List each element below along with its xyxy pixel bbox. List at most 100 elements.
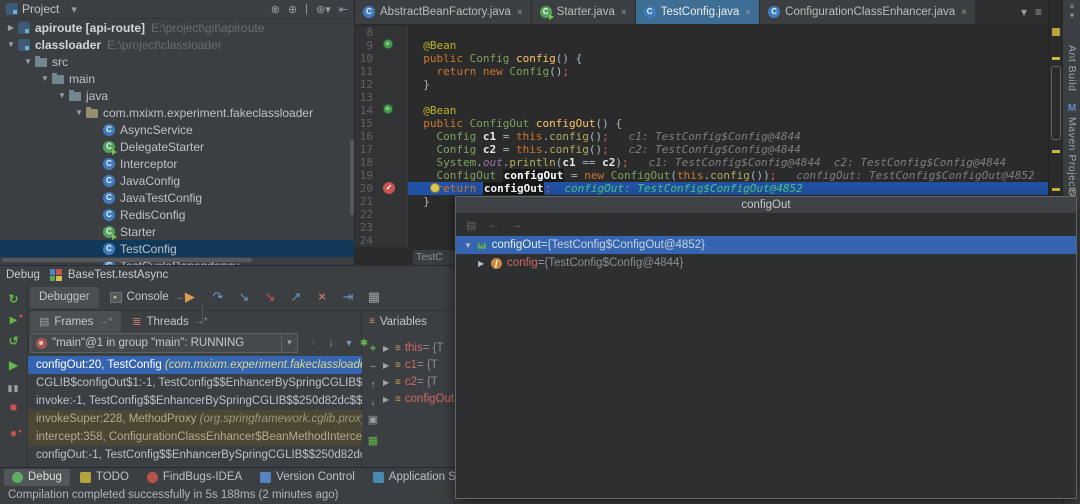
tab-debugger[interactable]: Debugger bbox=[30, 287, 99, 308]
tab-frames[interactable]: Frames →* bbox=[30, 311, 121, 332]
intention-bulb-icon[interactable] bbox=[430, 183, 440, 193]
stop-button[interactable] bbox=[0, 398, 27, 416]
tree-right-arrow-icon[interactable]: ▶ bbox=[383, 357, 395, 374]
step-over-button[interactable] bbox=[206, 288, 230, 306]
code-line[interactable]: 12 } bbox=[355, 78, 1048, 91]
code-line[interactable]: 10 public Config config() { bbox=[355, 52, 1048, 65]
tree-down-arrow-icon[interactable]: ▼ bbox=[4, 40, 18, 49]
tab-threads[interactable]: Threads →* bbox=[123, 311, 216, 332]
project-tree-item[interactable]: ▼com.mxixm.experiment.fakeclassloader bbox=[0, 104, 354, 121]
step-into-button[interactable] bbox=[232, 288, 256, 306]
tool-window-button-ant-build[interactable]: Ant Build bbox=[1063, 42, 1080, 92]
stripe-menu-icons[interactable]: ≡▾ bbox=[1063, 2, 1080, 20]
tool-window-button-debug[interactable]: Debug bbox=[4, 469, 70, 486]
editor-tab[interactable]: AbstractBeanFactory.java× bbox=[355, 0, 532, 24]
step-out-button[interactable] bbox=[284, 288, 308, 306]
project-tree-item[interactable]: JavaConfig bbox=[0, 172, 354, 189]
editor-scrollbar-thumb[interactable] bbox=[1051, 66, 1061, 140]
pause-button[interactable] bbox=[0, 378, 27, 396]
stack-frame-row[interactable]: CGLIB$configOut$1:-1, TestConfig$$Enhanc… bbox=[28, 374, 362, 392]
back-icon[interactable] bbox=[488, 219, 499, 231]
chevron-down-icon[interactable]: ▾ bbox=[71, 3, 77, 16]
locate-icon[interactable]: ⊕ bbox=[288, 3, 297, 16]
move-down-button[interactable] bbox=[323, 335, 339, 351]
tree-right-arrow-icon[interactable]: ▶ bbox=[383, 391, 395, 408]
watch-remove-button[interactable] bbox=[366, 360, 380, 374]
tree-down-arrow-icon[interactable]: ▼ bbox=[464, 241, 477, 250]
tree-down-arrow-icon[interactable]: ▼ bbox=[21, 57, 35, 66]
tree-vertical-scrollbar[interactable] bbox=[350, 140, 354, 215]
project-tree-item[interactable]: ▼main bbox=[0, 70, 354, 87]
tree-right-arrow-icon[interactable]: ▶ bbox=[383, 374, 395, 391]
duplicate-icon[interactable] bbox=[466, 219, 476, 232]
breakpoints-button[interactable] bbox=[0, 424, 27, 442]
rerun-button[interactable] bbox=[0, 290, 27, 308]
editor-tab[interactable]: TestConfig.java× bbox=[636, 0, 760, 24]
code-line[interactable]: 9 @Bean bbox=[355, 39, 1048, 52]
code-line[interactable]: 19 ConfigOut configOut = new ConfigOut(t… bbox=[355, 169, 1048, 182]
stack-frame-row[interactable]: configOut:-1, TestConfig$$EnhancerBySpri… bbox=[28, 446, 362, 464]
rerun-failed-button[interactable] bbox=[0, 310, 27, 328]
code-line[interactable]: 16 Config c1 = this.config(); c1: TestCo… bbox=[355, 130, 1048, 143]
popup-title[interactable]: configOut bbox=[456, 197, 1076, 214]
watch-preview-button[interactable] bbox=[366, 434, 380, 448]
code-line[interactable]: 13 bbox=[355, 91, 1048, 104]
project-tree-item[interactable]: Interceptor bbox=[0, 155, 354, 172]
project-tree-item[interactable]: ▼src bbox=[0, 53, 354, 70]
variable-row[interactable]: ▶c1 = {T bbox=[383, 357, 438, 374]
thread-dropdown-arrow-icon[interactable]: ▼ bbox=[281, 334, 297, 352]
watch-copy-button[interactable] bbox=[366, 413, 380, 427]
stack-frame-row[interactable]: configOut:20, TestConfig (com.mxixm.expe… bbox=[28, 356, 362, 374]
restart-button[interactable] bbox=[0, 332, 27, 350]
tree-right-arrow-icon[interactable]: ▶ bbox=[478, 259, 491, 268]
tree-right-arrow-icon[interactable]: ▶ bbox=[4, 23, 18, 32]
collapse-all-icon[interactable]: ⊗ bbox=[271, 3, 280, 16]
warning-stripe-mark[interactable] bbox=[1052, 188, 1060, 191]
forward-icon[interactable] bbox=[511, 219, 522, 231]
tree-horizontal-scrollbar[interactable] bbox=[2, 258, 252, 262]
tool-window-button-findbugs-idea[interactable]: FindBugs-IDEA bbox=[139, 469, 250, 486]
gear-icon[interactable]: ⊛▾ bbox=[316, 3, 331, 16]
variable-row[interactable]: ▶this = {T bbox=[383, 340, 444, 357]
filter-button[interactable] bbox=[341, 335, 357, 351]
watch-move-up-button[interactable] bbox=[366, 378, 380, 392]
close-tab-icon[interactable]: × bbox=[517, 7, 523, 18]
stack-frame-row[interactable]: invoke:-1, TestConfig$$EnhancerBySpringC… bbox=[28, 392, 362, 410]
code-line[interactable]: 18 System.out.println(c1 == c2); c1: Tes… bbox=[355, 156, 1048, 169]
code-line[interactable]: 15 public ConfigOut configOut() { bbox=[355, 117, 1048, 130]
popup-variable-row[interactable]: ▼configOut = {TestConfig$ConfigOut@4852} bbox=[456, 236, 1076, 254]
project-tree-item[interactable]: RedisConfig bbox=[0, 206, 354, 223]
list-icon[interactable]: ≡ bbox=[1035, 5, 1042, 19]
breakpoint-icon[interactable] bbox=[383, 182, 395, 194]
project-tree-item[interactable]: TestConfig bbox=[0, 240, 354, 257]
code-line[interactable]: 8 bbox=[355, 26, 1048, 39]
variable-row[interactable]: ▶configOut = bbox=[383, 391, 461, 408]
close-tab-icon[interactable]: × bbox=[745, 7, 751, 18]
thread-selector[interactable]: "main"@1 in group "main": RUNNING ▼ bbox=[30, 333, 298, 353]
editor-tab[interactable]: Starter.java× bbox=[532, 0, 636, 24]
force-step-into-button[interactable] bbox=[258, 288, 282, 306]
tool-window-button-version control[interactable]: Version Control bbox=[252, 469, 363, 486]
popup-variable-row[interactable]: ▶config = {TestConfig$Config@4844} bbox=[456, 254, 1076, 272]
project-tree-item[interactable]: Starter bbox=[0, 223, 354, 240]
bean-icon[interactable] bbox=[383, 39, 393, 49]
code-line[interactable]: 11 return new Config(); bbox=[355, 65, 1048, 78]
bean-icon[interactable] bbox=[383, 104, 393, 114]
project-tree-item[interactable]: ▶apiroute [api-route]E:\project\git\apir… bbox=[0, 19, 354, 36]
resume-button[interactable] bbox=[0, 356, 27, 374]
tool-window-button-maven-projects[interactable]: MMaven Projects bbox=[1063, 104, 1080, 196]
close-tab-icon[interactable]: × bbox=[621, 7, 627, 18]
warning-stripe-mark[interactable] bbox=[1052, 150, 1060, 153]
customize-button[interactable] bbox=[356, 335, 372, 351]
code-analysis-indicator[interactable] bbox=[1052, 28, 1060, 36]
editor-tab[interactable]: ConfigurationClassEnhancer.java× bbox=[760, 0, 976, 24]
project-tree-item[interactable]: JavaTestConfig bbox=[0, 189, 354, 206]
run-to-cursor-button[interactable] bbox=[336, 288, 360, 306]
project-tree-item[interactable]: AsyncService bbox=[0, 121, 354, 138]
close-tab-icon[interactable]: × bbox=[961, 7, 967, 18]
project-tree-item[interactable]: ▼java bbox=[0, 87, 354, 104]
code-line[interactable]: 17 Config c2 = this.config(); c2: TestCo… bbox=[355, 143, 1048, 156]
stack-frame-row[interactable]: invokeSuper:228, MethodProxy (org.spring… bbox=[28, 410, 362, 428]
variable-row[interactable]: ▶c2 = {T bbox=[383, 374, 438, 391]
warning-stripe-mark[interactable] bbox=[1052, 57, 1060, 60]
